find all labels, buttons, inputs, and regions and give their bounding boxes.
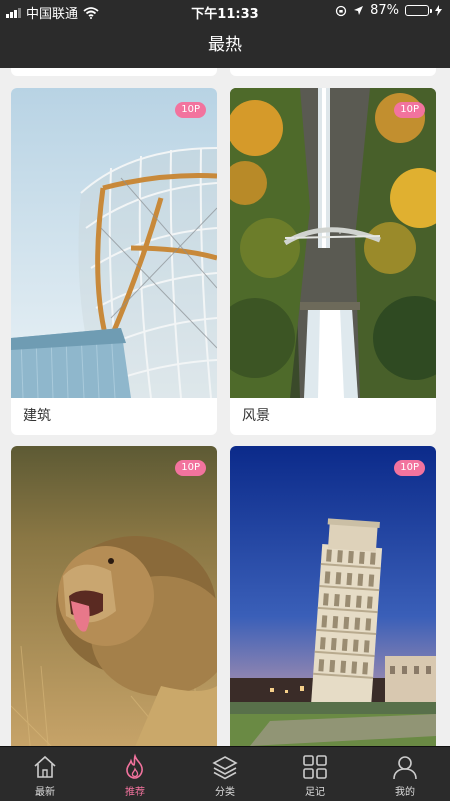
card-partial-left[interactable] (11, 68, 217, 76)
charging-icon (435, 5, 442, 16)
location-icon (354, 6, 364, 15)
battery-percent: 87% (370, 3, 399, 18)
user-icon (393, 756, 417, 780)
layers-icon (212, 756, 238, 780)
tab-label: 分类 (215, 787, 235, 798)
tab-latest[interactable]: 最新 (0, 747, 90, 801)
card-image-pisa: 10P (230, 446, 436, 746)
tab-label: 我的 (395, 787, 415, 798)
rotation-lock-icon (335, 5, 347, 16)
tab-footprints[interactable]: 足记 (270, 747, 360, 801)
tab-categories[interactable]: 分类 (180, 747, 270, 801)
card-pisa[interactable]: 10P (230, 446, 436, 746)
tab-mine[interactable]: 我的 (360, 747, 450, 801)
card-caption: 建筑 (23, 408, 51, 424)
photo-count-badge: 10P (394, 102, 425, 118)
tab-label: 最新 (35, 787, 55, 798)
tab-label: 足记 (305, 787, 325, 798)
status-right: 87% (335, 3, 442, 18)
tab-bar: 最新 推荐 分类 足记 我的 (0, 746, 450, 801)
card-lion[interactable]: 10P (11, 446, 217, 746)
card-architecture[interactable]: 10P 建筑 (11, 88, 217, 435)
flame-icon (126, 753, 143, 779)
status-bar: 中国联通 下午11:33 87% (0, 0, 450, 22)
page-title: 最热 (208, 35, 242, 55)
photo-count-badge: 10P (175, 102, 206, 118)
photo-count-badge: 10P (175, 460, 206, 476)
grid-icon (303, 755, 327, 779)
home-icon (34, 755, 56, 778)
card-caption: 风景 (242, 408, 270, 424)
card-image-lion: 10P (11, 446, 217, 746)
card-landscape[interactable]: 10P 风景 (230, 88, 436, 435)
battery-icon (405, 5, 432, 16)
card-image-landscape: 10P (230, 88, 436, 398)
tab-label: 推荐 (125, 787, 145, 798)
nav-bar: 最热 (0, 22, 450, 68)
photo-count-badge: 10P (394, 460, 425, 476)
card-partial-right[interactable] (230, 68, 436, 76)
card-image-architecture: 10P (11, 88, 217, 398)
tab-recommended[interactable]: 推荐 (90, 747, 180, 801)
card-grid[interactable]: 10P 建筑 10P 风景 10P 10P (0, 68, 450, 746)
